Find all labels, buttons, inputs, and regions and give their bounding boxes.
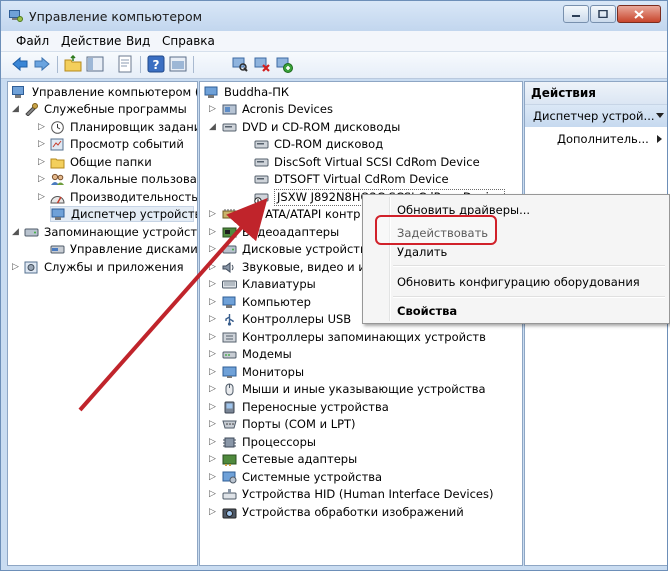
arrow-icon [78,198,268,412]
annotation-arrow [78,198,268,412]
